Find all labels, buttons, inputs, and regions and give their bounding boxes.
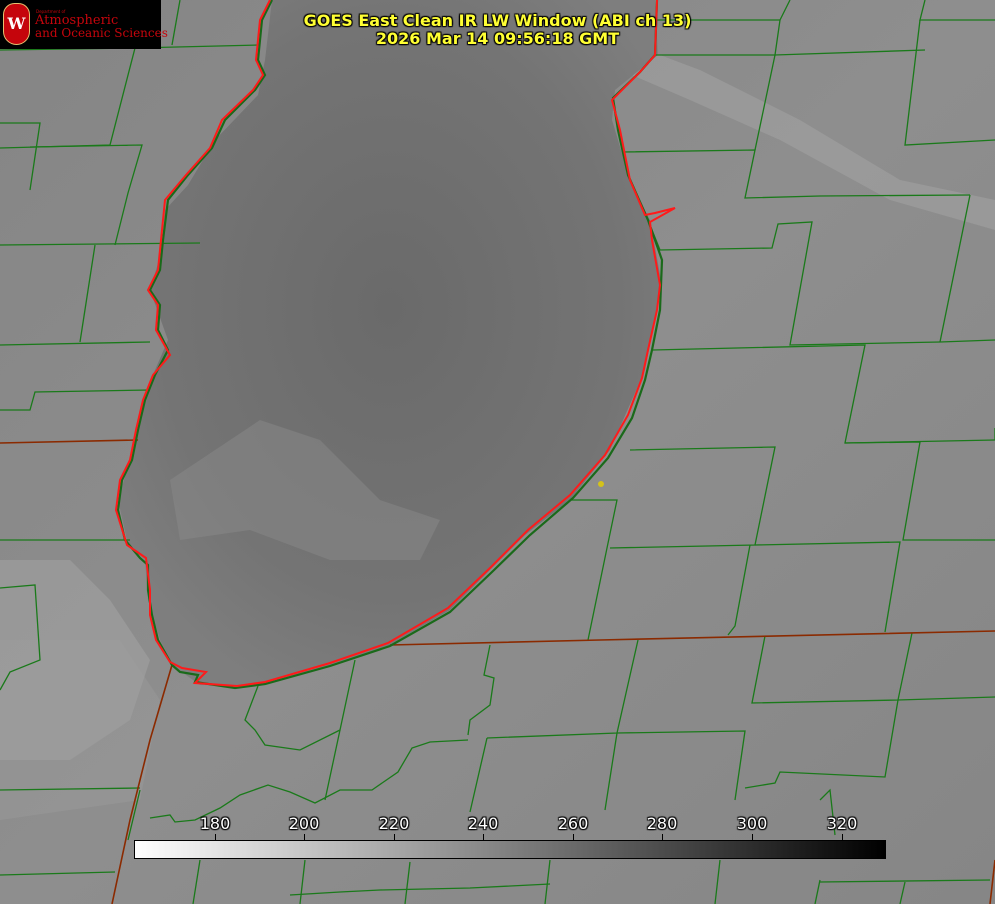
colorbar-tick-label: 280	[646, 814, 678, 833]
colorbar-tick-label: 260	[557, 814, 589, 833]
colorbar-tick-label: 200	[288, 814, 320, 833]
station-dot	[598, 481, 604, 487]
temperature-colorbar	[134, 840, 886, 859]
image-title: GOES East Clean IR LW Window (ABI ch 13)	[303, 11, 692, 30]
satellite-image-viewport: W Department of Atmospheric and Oceanic …	[0, 0, 995, 904]
colorbar-tick-label: 180	[199, 814, 231, 833]
colorbar-tick-label: 300	[736, 814, 768, 833]
image-timestamp: 2026 Mar 14 09:56:18 GMT	[375, 29, 620, 48]
colorbar-tick-label: 240	[467, 814, 499, 833]
satellite-map	[0, 0, 995, 904]
colorbar-tick-label: 220	[378, 814, 410, 833]
colorbar-tick-label: 320	[826, 814, 858, 833]
